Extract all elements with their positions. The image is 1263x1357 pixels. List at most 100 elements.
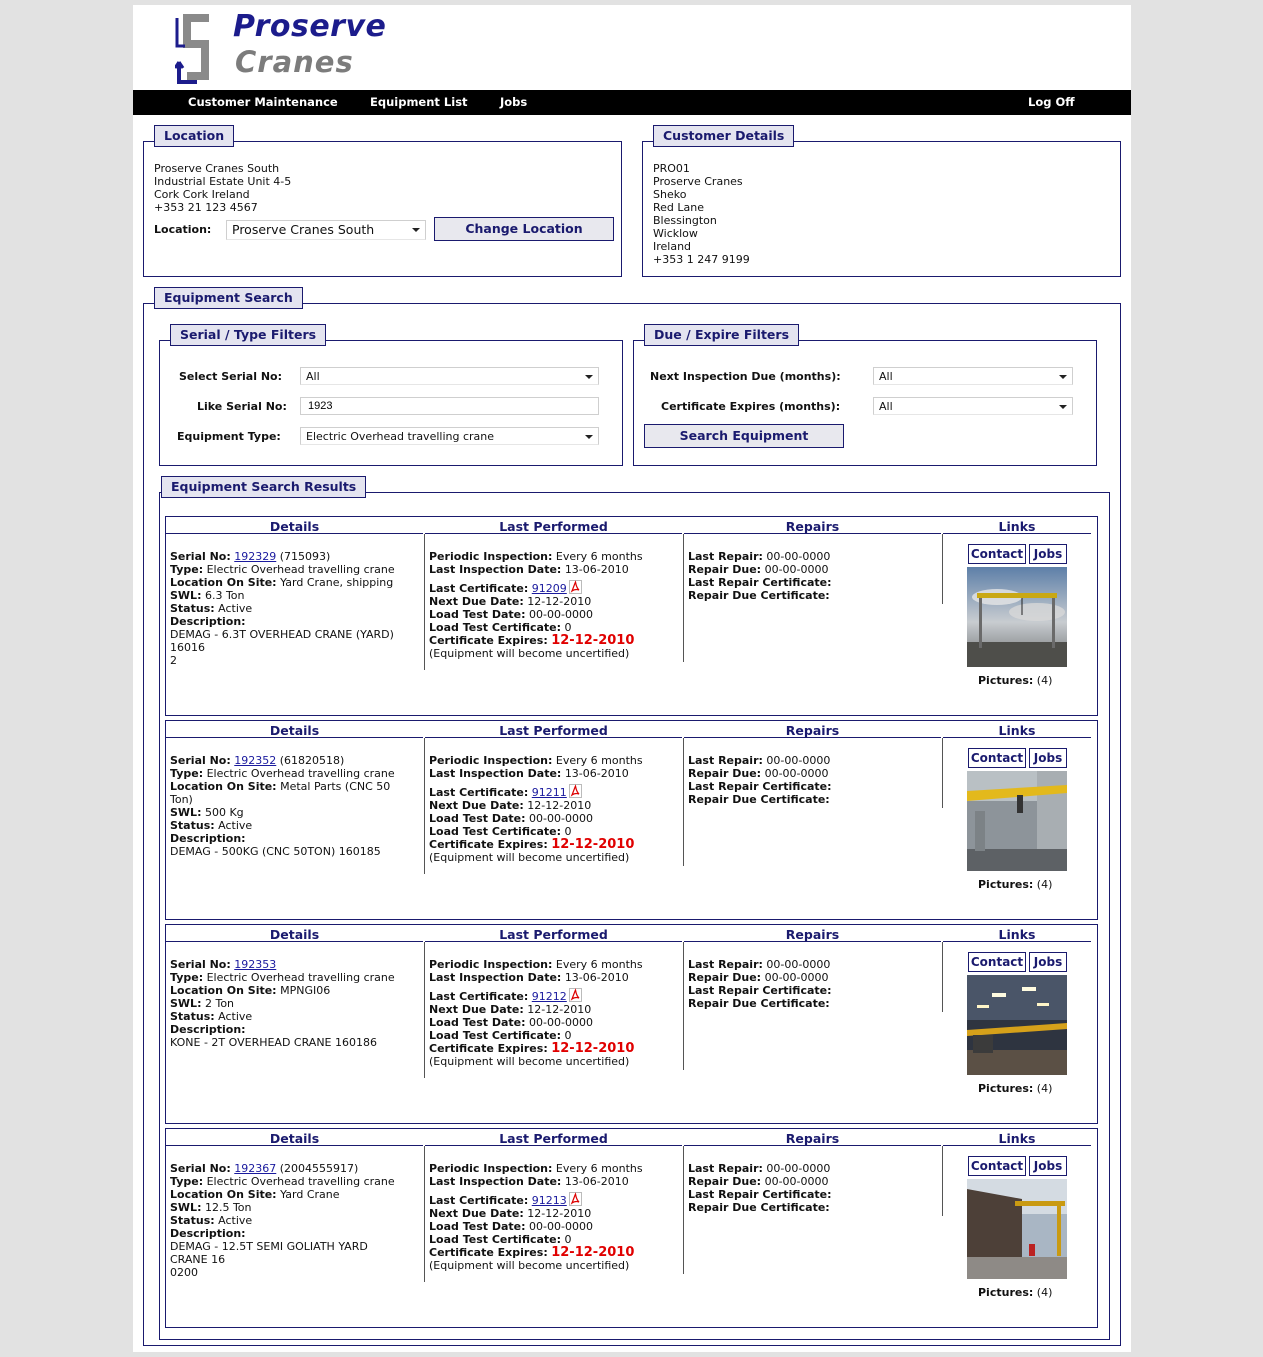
status-row: Status: Active [170, 1010, 420, 1023]
last-certificate-label: Last Certificate: [429, 582, 529, 595]
serial-type-filters-legend: Serial / Type Filters [170, 324, 327, 346]
jobs-button[interactable]: Jobs [1029, 952, 1067, 972]
repairs-column: Last Repair: 00-00-0000 Repair Due: 00-0… [688, 1162, 938, 1214]
periodic-label: Periodic Inspection: [429, 1162, 553, 1175]
column-divider [424, 1146, 425, 1282]
repair-due-label: Repair Due: [688, 1175, 762, 1188]
status-label: Status: [170, 1010, 215, 1023]
location-on-site-value: Yard Crane [280, 1188, 339, 1201]
contact-button[interactable]: Contact [968, 1156, 1026, 1176]
like-serial-input[interactable] [300, 397, 599, 415]
serial-link[interactable]: 192367 [234, 1162, 276, 1175]
pdf-icon[interactable] [568, 784, 582, 798]
equipment-card: Details Last Performed Repairs Links Ser… [165, 924, 1098, 1124]
repair-due-row: Repair Due: 00-00-0000 [688, 971, 938, 984]
nav-jobs[interactable]: Jobs [500, 95, 527, 109]
repair-due-label: Repair Due: [688, 971, 762, 984]
pdf-icon[interactable] [568, 1192, 582, 1206]
jobs-button[interactable]: Jobs [1029, 1156, 1067, 1176]
serial-extra: (61820518) [276, 754, 345, 767]
description-label: Description: [170, 615, 246, 628]
change-location-button[interactable]: Change Location [434, 217, 614, 241]
last-inspection-label: Last Inspection Date: [429, 767, 562, 780]
load-test-date-label: Load Test Date: [429, 1220, 526, 1233]
customer-line: PRO01 [653, 162, 690, 175]
repairs-header: Repairs [684, 724, 941, 738]
location-row: Location On Site: Yard Crane [170, 1188, 420, 1201]
load-test-date-value: 00-00-0000 [529, 812, 593, 825]
description-value: DEMAG - 12.5T SEMI GOLIATH YARD CRANE 16 0… [170, 1240, 420, 1279]
pictures-label: Pictures: [978, 674, 1034, 687]
uncertified-note: (Equipment will become uncertified) [429, 1055, 630, 1068]
contact-button[interactable]: Contact [968, 748, 1026, 768]
customer-details-legend: Customer Details [653, 125, 795, 147]
select-serial-dropdown[interactable]: All [300, 367, 599, 385]
serial-link[interactable]: 192352 [234, 754, 276, 767]
links-header: Links [943, 520, 1091, 534]
equipment-type-label: Equipment Type: [177, 430, 281, 443]
repair-due-row: Repair Due: 00-00-0000 [688, 1175, 938, 1188]
last-inspection-value: 13-06-2010 [564, 971, 629, 984]
last-repair-label: Last Repair: [688, 1162, 763, 1175]
last-certificate-link[interactable]: 91211 [532, 786, 567, 799]
column-divider [683, 738, 684, 866]
load-test-date-row: Load Test Date: 00-00-0000 [429, 1220, 679, 1233]
page: Proserve Cranes Customer Maintenance Equ… [133, 5, 1131, 1352]
next-inspection-due-dropdown[interactable]: All [873, 367, 1073, 385]
last-certificate-link[interactable]: 91209 [532, 582, 567, 595]
periodic-value: Every 6 months [555, 958, 643, 971]
customer-line: +353 1 247 9199 [653, 253, 750, 266]
last-repair-label: Last Repair: [688, 958, 763, 971]
search-equipment-button[interactable]: Search Equipment [644, 424, 844, 448]
repair-due-value: 00-00-0000 [764, 1175, 829, 1188]
status-row: Status: Active [170, 602, 420, 615]
certificate-expires-label: Certificate Expires (months): [661, 400, 841, 413]
equipment-card: Details Last Performed Repairs Links Ser… [165, 720, 1098, 920]
type-value: Electric Overhead travelling crane [206, 971, 395, 984]
proserve-logo-icon [175, 14, 209, 84]
nav-customer-maintenance[interactable]: Customer Maintenance [188, 95, 338, 109]
jobs-button[interactable]: Jobs [1029, 544, 1067, 564]
pictures-label: Pictures: [978, 878, 1034, 891]
last-performed-header: Last Performed [425, 1132, 682, 1146]
next-due-row: Next Due Date: 12-12-2010 [429, 799, 679, 812]
equipment-type-dropdown[interactable]: Electric Overhead travelling crane [300, 427, 599, 445]
last-repair-cert-label: Last Repair Certificate: [688, 576, 832, 589]
equipment-photo[interactable] [967, 975, 1067, 1075]
jobs-button[interactable]: Jobs [1029, 748, 1067, 768]
equipment-photo[interactable] [967, 1179, 1067, 1279]
nav-log-off[interactable]: Log Off [1028, 95, 1075, 109]
column-divider [942, 942, 943, 1012]
nav-equipment-list[interactable]: Equipment List [370, 95, 468, 109]
swl-row: SWL: 6.3 Ton [170, 589, 420, 602]
serial-link[interactable]: 192353 [234, 958, 276, 971]
equipment-photo[interactable] [967, 771, 1067, 871]
cert-expires-value: 12-12-2010 [551, 1245, 635, 1260]
customer-line: Sheko [653, 188, 687, 201]
last-certificate-row: Last Certificate: 91211 [429, 784, 679, 799]
customer-line: Red Lane [653, 201, 705, 214]
contact-button[interactable]: Contact [968, 952, 1026, 972]
pdf-icon[interactable] [568, 580, 582, 594]
last-repair-value: 00-00-0000 [766, 958, 831, 971]
address-line: Cork Cork Ireland [154, 188, 250, 201]
repair-due-cert-label: Repair Due Certificate: [688, 1201, 830, 1214]
certificate-expires-dropdown[interactable]: All [873, 397, 1073, 415]
customer-line: Proserve Cranes [653, 175, 743, 188]
last-performed-header: Last Performed [425, 928, 682, 942]
serial-link[interactable]: 192329 [234, 550, 276, 563]
equipment-photo[interactable] [967, 567, 1067, 667]
details-header: Details [166, 1132, 423, 1146]
next-due-value: 12-12-2010 [527, 1003, 592, 1016]
description-label: Description: [170, 1227, 246, 1240]
cert-expires-row: Certificate Expires: 12-12-2010 [429, 1042, 679, 1055]
details-column: Serial No: 192367 (2004555917) Type: Ele… [170, 1162, 420, 1279]
contact-button[interactable]: Contact [968, 544, 1026, 564]
location-select[interactable]: Proserve Cranes South [226, 220, 426, 240]
pdf-icon[interactable] [568, 988, 582, 1002]
last-certificate-link[interactable]: 91212 [532, 990, 567, 1003]
location-row: Location On Site: MPNGI06 [170, 984, 420, 997]
equipment-search-legend: Equipment Search [154, 287, 303, 309]
type-label: Type: [170, 767, 204, 780]
last-certificate-link[interactable]: 91213 [532, 1194, 567, 1207]
